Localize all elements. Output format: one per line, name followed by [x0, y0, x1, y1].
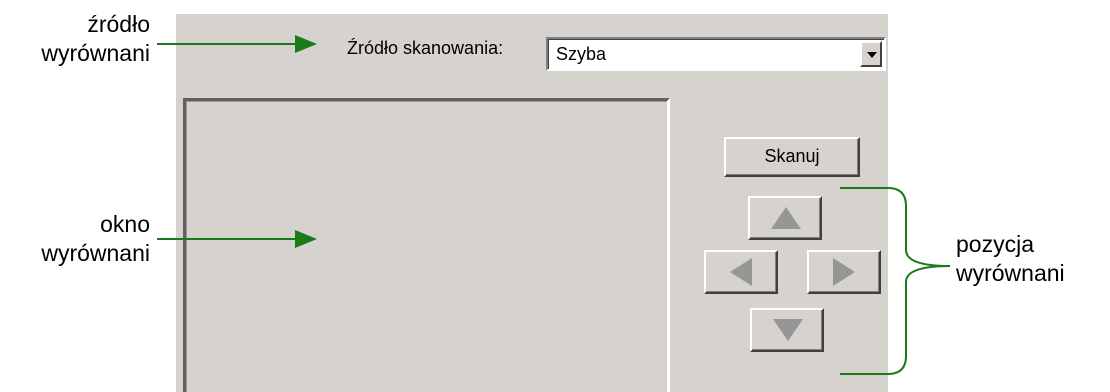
source-arrowhead	[295, 35, 317, 53]
window-arrowhead	[295, 230, 317, 248]
callout-lines	[157, 35, 951, 375]
position-bracket	[840, 187, 951, 375]
